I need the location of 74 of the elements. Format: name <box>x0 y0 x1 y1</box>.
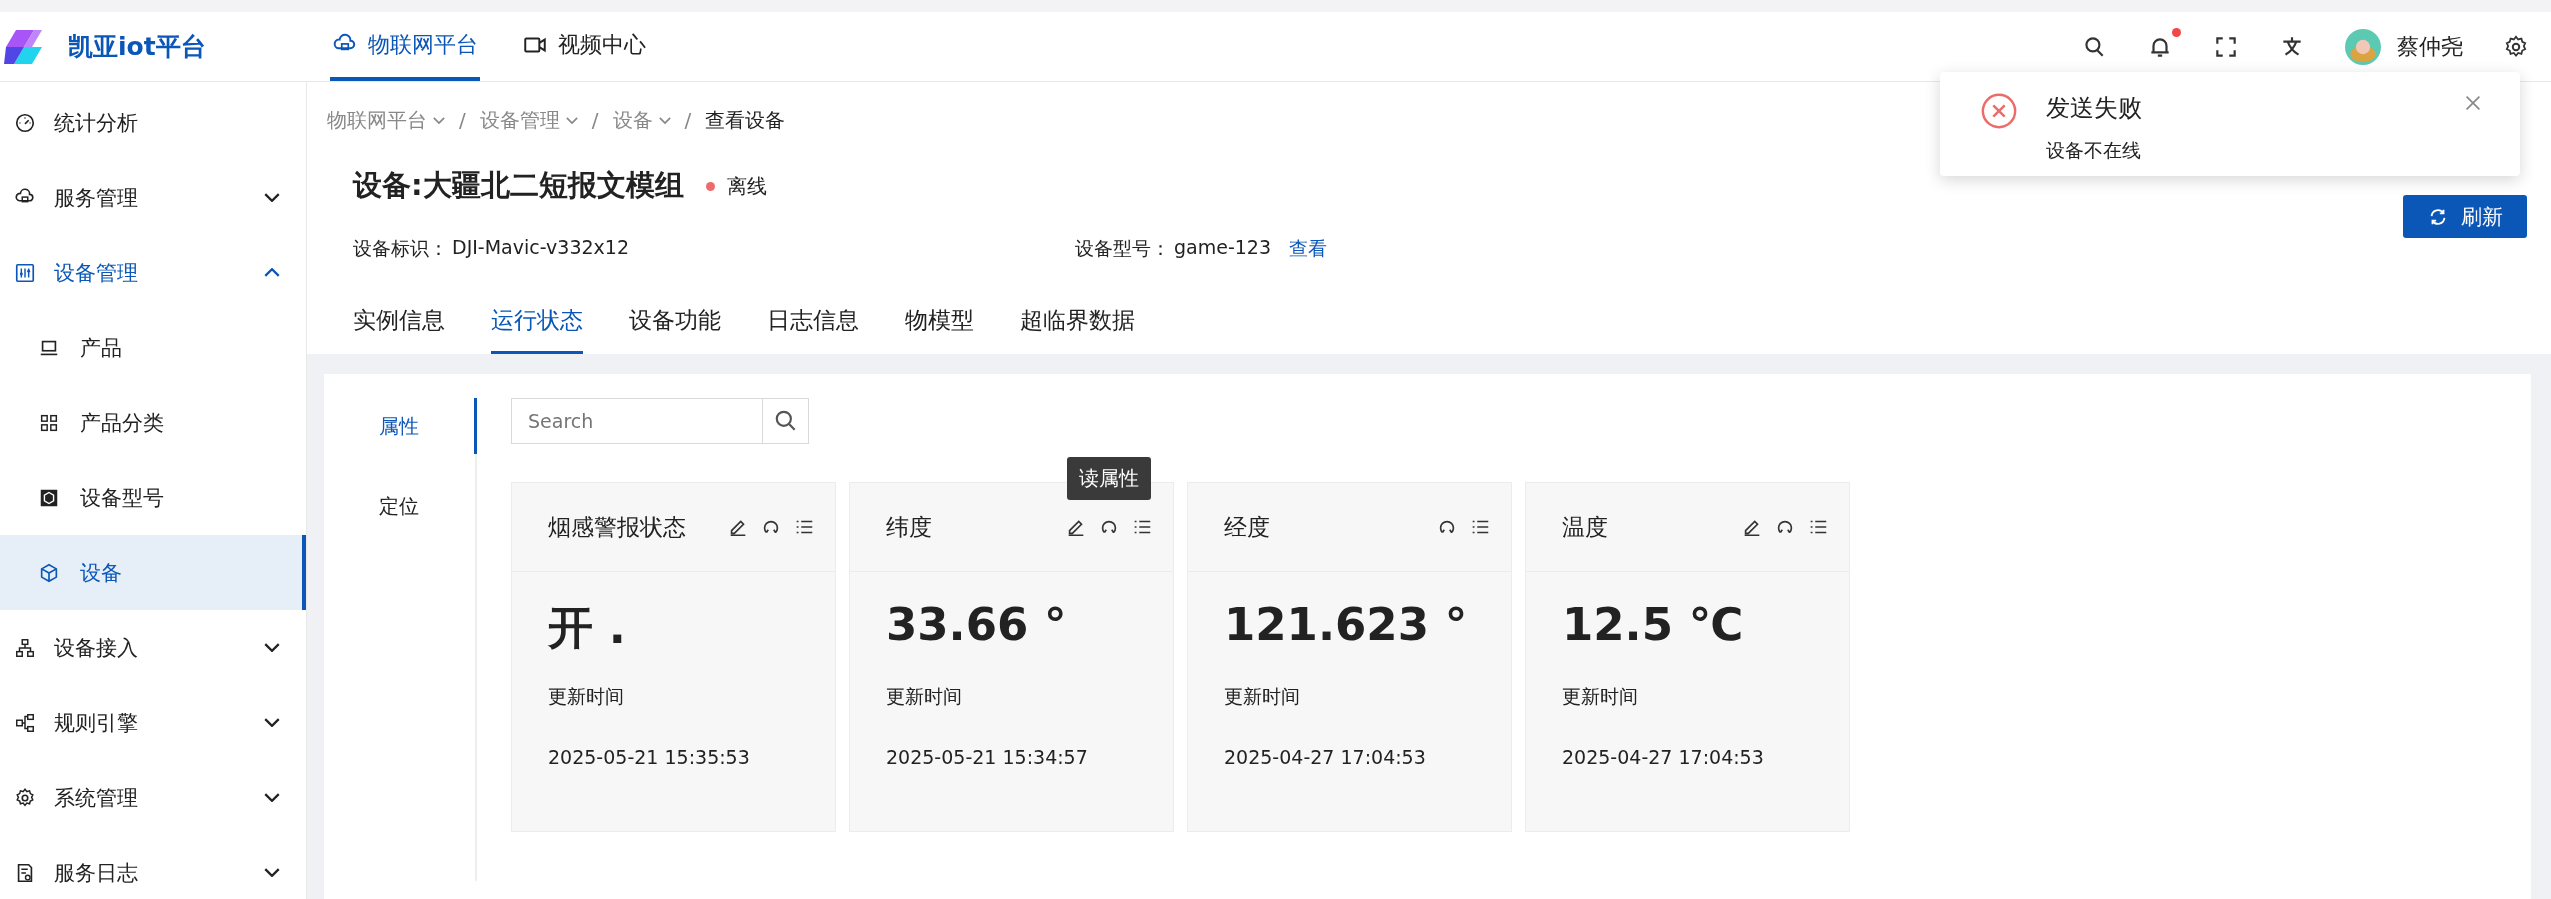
breadcrumb-separator: / <box>459 108 466 132</box>
property-name: 烟感警报状态 <box>548 512 687 542</box>
sidebar-subitem[interactable]: 产品 <box>0 310 306 385</box>
update-time: 2025-05-21 15:34:57 <box>886 746 1089 768</box>
chevron-icon[interactable] <box>658 116 671 124</box>
device-title: 设备:大疆北二短报文模组 <box>353 167 684 204</box>
field-label: 设备标识： <box>353 236 448 261</box>
sidebar-item[interactable]: 设备接入 <box>0 610 306 685</box>
device-status: 离线 <box>726 172 767 200</box>
chevron-icon <box>264 868 280 877</box>
tab[interactable]: 超临界数据 <box>1020 290 1135 354</box>
update-time: 2025-04-27 17:04:53 <box>1224 746 1427 768</box>
side-tab[interactable]: 属性 <box>324 398 477 454</box>
property-value: 121.623 ° <box>1224 598 1469 653</box>
breadcrumb-link[interactable]: 设备 <box>612 106 653 134</box>
search-field[interactable]: Search <box>511 398 763 444</box>
chevron-icon[interactable] <box>565 116 578 124</box>
chevron-icon <box>264 268 280 277</box>
view-link[interactable]: 查看 <box>1289 236 1328 262</box>
sidebar-item[interactable]: 规则引擎 <box>0 685 306 760</box>
breadcrumb-link[interactable]: 查看设备 <box>705 106 786 134</box>
notification-message: 设备不在线 <box>2046 138 2142 163</box>
breadcrumb-separator: / <box>591 108 599 132</box>
app-name: 凯亚iot平台 <box>68 31 206 63</box>
breadcrumb-link[interactable]: 物联网平台 <box>327 106 427 134</box>
field-value: game-123 <box>1174 236 1272 260</box>
tab[interactable]: 日志信息 <box>767 290 859 354</box>
sidebar-item[interactable]: 设备管理 <box>0 235 306 310</box>
tooltip: 读属性 <box>1067 457 1151 500</box>
top-nav-tab[interactable]: 物联网平台 <box>330 12 480 81</box>
sliders-icon <box>14 261 36 284</box>
property-value: 开 . <box>548 600 627 656</box>
sidebar-item[interactable]: 服务管理 <box>0 160 306 235</box>
update-label: 更新时间 <box>1562 684 1639 709</box>
sidebar-item[interactable]: 统计分析 <box>0 85 306 160</box>
cube-icon <box>38 561 60 584</box>
hierarchy-icon <box>14 636 36 659</box>
update-label: 更新时间 <box>886 684 963 709</box>
field-value: DJI-Mavic-v332x12 <box>452 236 629 260</box>
tab[interactable]: 物模型 <box>905 290 974 354</box>
breadcrumb-separator: / <box>684 108 692 132</box>
gear-icon <box>14 786 36 809</box>
user-name[interactable]: 蔡仲尧 <box>2397 31 2463 62</box>
flow-icon <box>14 711 36 734</box>
sidebar-item[interactable]: 服务日志 <box>0 835 306 899</box>
update-label: 更新时间 <box>548 684 625 709</box>
update-label: 更新时间 <box>1224 684 1301 709</box>
chevron-icon[interactable] <box>433 116 445 124</box>
tab[interactable]: 设备功能 <box>629 290 721 354</box>
error-icon <box>1980 92 2018 130</box>
breadcrumb-link[interactable]: 设备管理 <box>479 106 560 134</box>
notification-title: 发送失败 <box>2046 93 2143 124</box>
side-tab[interactable]: 定位 <box>324 478 477 534</box>
property-name: 温度 <box>1562 512 1609 542</box>
top-nav-tab[interactable]: 视频中心 <box>520 12 648 81</box>
chevron-icon <box>264 718 280 727</box>
property-value: 12.5 ℃ <box>1562 598 1745 653</box>
field-label: 设备型号： <box>1075 236 1170 261</box>
refresh-button[interactable]: 刷新 <box>2403 195 2527 238</box>
gauge-icon <box>14 111 36 134</box>
tab[interactable]: 实例信息 <box>353 290 445 354</box>
chevron-icon <box>264 643 280 652</box>
sidebar-item[interactable]: 系统管理 <box>0 760 306 835</box>
update-time: 2025-04-27 17:04:53 <box>1562 746 1765 768</box>
property-name: 经度 <box>1224 512 1271 542</box>
update-time: 2025-05-21 15:35:53 <box>548 746 751 768</box>
property-name: 纬度 <box>886 512 933 542</box>
sidebar-subitem[interactable]: 产品分类 <box>0 385 306 460</box>
chevron-icon <box>264 793 280 802</box>
chevron-icon <box>264 193 280 202</box>
sidebar-subitem[interactable]: 设备 <box>0 535 306 610</box>
search-button[interactable] <box>763 398 809 444</box>
property-value: 33.66 ° <box>886 598 1068 653</box>
sidebar-subitem[interactable]: 设备型号 <box>0 460 306 535</box>
